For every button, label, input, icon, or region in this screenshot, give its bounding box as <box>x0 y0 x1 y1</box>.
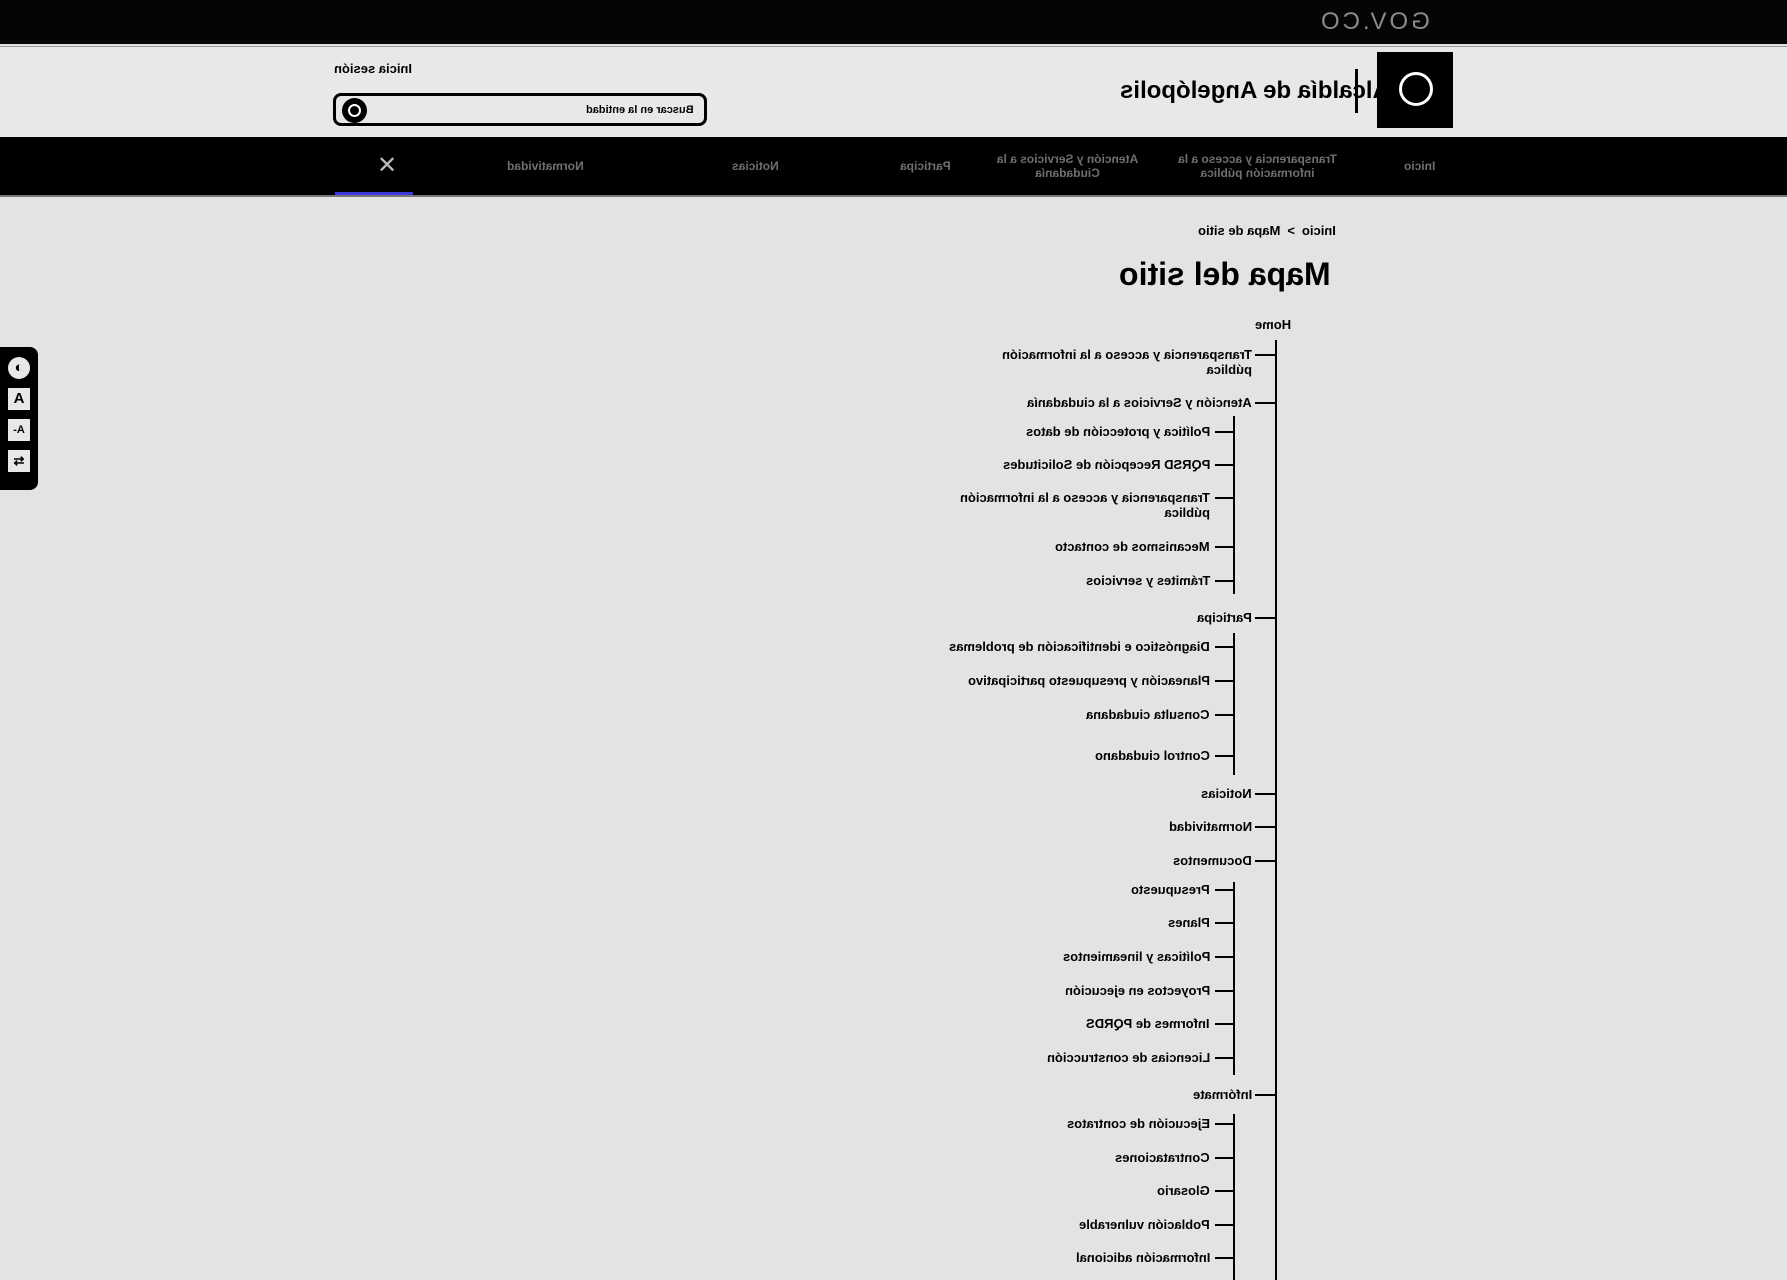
tree-subitem[interactable]: Trámites y servicios <box>1086 573 1210 588</box>
site-header: Inicia sesión Buscar en la entidad Alcal… <box>0 46 1787 137</box>
tree-branch-line-informate <box>1233 1114 1235 1280</box>
breadcrumb-home[interactable]: Inicio <box>1302 223 1336 238</box>
nav-item-participa[interactable]: Participa <box>870 137 980 195</box>
chevron-right-icon: > <box>1287 223 1295 238</box>
nav-item-noticias[interactable]: Noticias <box>700 137 810 195</box>
tree-connector <box>1215 922 1233 924</box>
tree-connector <box>1215 1057 1233 1059</box>
tree-connector <box>1255 402 1275 404</box>
tree-item-participa[interactable]: Participa <box>1197 610 1252 625</box>
tree-subitem[interactable]: Licencias de construcción <box>1047 1050 1210 1065</box>
search-placeholder: Buscar en la entidad <box>586 104 694 116</box>
tree-branch-line-atencion <box>1233 416 1235 594</box>
header-divider <box>1355 69 1358 113</box>
tree-item-normatividad[interactable]: Normatividad <box>1169 819 1252 834</box>
tree-connector <box>1215 497 1233 499</box>
tree-connector <box>1215 1224 1233 1226</box>
increase-font-icon[interactable]: A <box>8 388 30 410</box>
gov-co-logo[interactable]: GOV.CO <box>1318 8 1430 36</box>
tree-connector <box>1215 1023 1233 1025</box>
tree-subitem[interactable]: Presupuesto <box>1131 882 1210 897</box>
breadcrumb: Inicio > Mapa de sitio <box>1198 223 1336 238</box>
tree-connector <box>1255 860 1275 862</box>
nav-item-transparencia[interactable]: Transparencia y acceso a la información … <box>1175 137 1340 195</box>
tree-subitem[interactable]: Ejecución de contratos <box>1067 1116 1210 1131</box>
tree-subitem[interactable]: PQRSD Recepción de Solicitudes <box>1003 457 1210 472</box>
tree-item-atencion[interactable]: Atención y Servicios a la ciudadanía <box>1027 395 1252 410</box>
tree-connector <box>1215 990 1233 992</box>
page-title: Mapa del sitio <box>1119 256 1331 292</box>
tree-subitem[interactable]: Información adicional <box>1076 1250 1210 1265</box>
tree-branch-line-participa <box>1233 633 1235 775</box>
tree-connector <box>1215 714 1233 716</box>
entity-logo[interactable] <box>1377 52 1453 128</box>
tree-connector <box>1215 1157 1233 1159</box>
accessibility-bar: ◐ A -A ⇄ <box>0 347 38 490</box>
tree-connector <box>1215 1190 1233 1192</box>
tree-item-documentos[interactable]: Documentos <box>1173 853 1252 868</box>
translate-icon[interactable]: ⇄ <box>8 450 30 472</box>
tree-subitem[interactable]: Control ciudadano <box>1095 748 1210 763</box>
tree-subitem[interactable]: Contrataciones <box>1115 1150 1210 1165</box>
entity-name[interactable]: Alcaldía de Angelópolis <box>1120 77 1390 105</box>
tree-trunk-line <box>1275 340 1277 1280</box>
decrease-font-icon[interactable]: -A <box>8 419 30 441</box>
main-nav: ✕ Normatividad Noticias Participa Atenci… <box>0 137 1787 195</box>
tree-subitem[interactable]: Mecanismos de contacto <box>1055 539 1210 554</box>
tree-connector <box>1215 956 1233 958</box>
tree-item-noticias[interactable]: Noticias <box>1201 786 1252 801</box>
tree-subitem[interactable]: Planeación y presupuesto participativo <box>968 673 1210 688</box>
tree-connector <box>1215 464 1233 466</box>
tree-connector <box>1215 889 1233 891</box>
tree-connector <box>1255 354 1275 356</box>
search-icon[interactable] <box>342 98 367 123</box>
tree-subitem[interactable]: Políticas y lineamientos <box>1063 949 1210 964</box>
gov-bar: GOV.CO <box>0 0 1787 44</box>
tree-connector <box>1255 1094 1275 1096</box>
breadcrumb-current: Mapa de sitio <box>1198 223 1281 238</box>
tree-item-informate[interactable]: Infórmate <box>1193 1087 1252 1102</box>
tree-subitem[interactable]: Política y protección de datos <box>1026 424 1210 439</box>
tree-subitem[interactable]: Transparencia y acceso a la información … <box>950 490 1210 520</box>
tree-subitem[interactable]: Glosario <box>1157 1183 1210 1198</box>
tree-connector <box>1215 546 1233 548</box>
sitemap-root[interactable]: Home <box>1255 317 1291 332</box>
nav-divider <box>0 195 1787 197</box>
contrast-icon[interactable]: ◐ <box>8 357 30 379</box>
tree-connector <box>1255 617 1275 619</box>
nav-item-normatividad[interactable]: Normatividad <box>475 137 615 195</box>
login-link[interactable]: Inicia sesión <box>334 61 412 76</box>
nav-item-atencion[interactable]: Atención y Servicios a la Ciudadanía <box>985 137 1150 195</box>
search-field[interactable]: Buscar en la entidad <box>333 93 707 126</box>
tree-connector <box>1215 1257 1233 1259</box>
tree-subitem[interactable]: Consulta ciudadana <box>1086 707 1210 722</box>
tree-subitem[interactable]: Población vulnerable <box>1079 1217 1210 1232</box>
tree-connector <box>1255 793 1275 795</box>
tree-connector <box>1215 755 1233 757</box>
tree-subitem[interactable]: Planes <box>1168 915 1210 930</box>
tree-item-transparencia[interactable]: Transparencia y acceso a la información … <box>992 347 1252 377</box>
close-icon[interactable]: ✕ <box>377 151 397 180</box>
tree-subitem[interactable]: Informes de PQRDS <box>1086 1016 1210 1031</box>
tree-subitem[interactable]: Diagnóstico e identificación de problema… <box>949 639 1210 654</box>
tree-connector <box>1215 580 1233 582</box>
tree-branch-line-documentos <box>1233 882 1235 1075</box>
tree-connector <box>1215 431 1233 433</box>
tree-connector <box>1255 826 1275 828</box>
tree-connector <box>1215 680 1233 682</box>
tree-connector <box>1215 1123 1233 1125</box>
nav-item-inicio[interactable]: Inicio <box>1385 137 1455 195</box>
tree-subitem[interactable]: Proyectos en ejecución <box>1065 983 1210 998</box>
tree-connector <box>1215 646 1233 648</box>
